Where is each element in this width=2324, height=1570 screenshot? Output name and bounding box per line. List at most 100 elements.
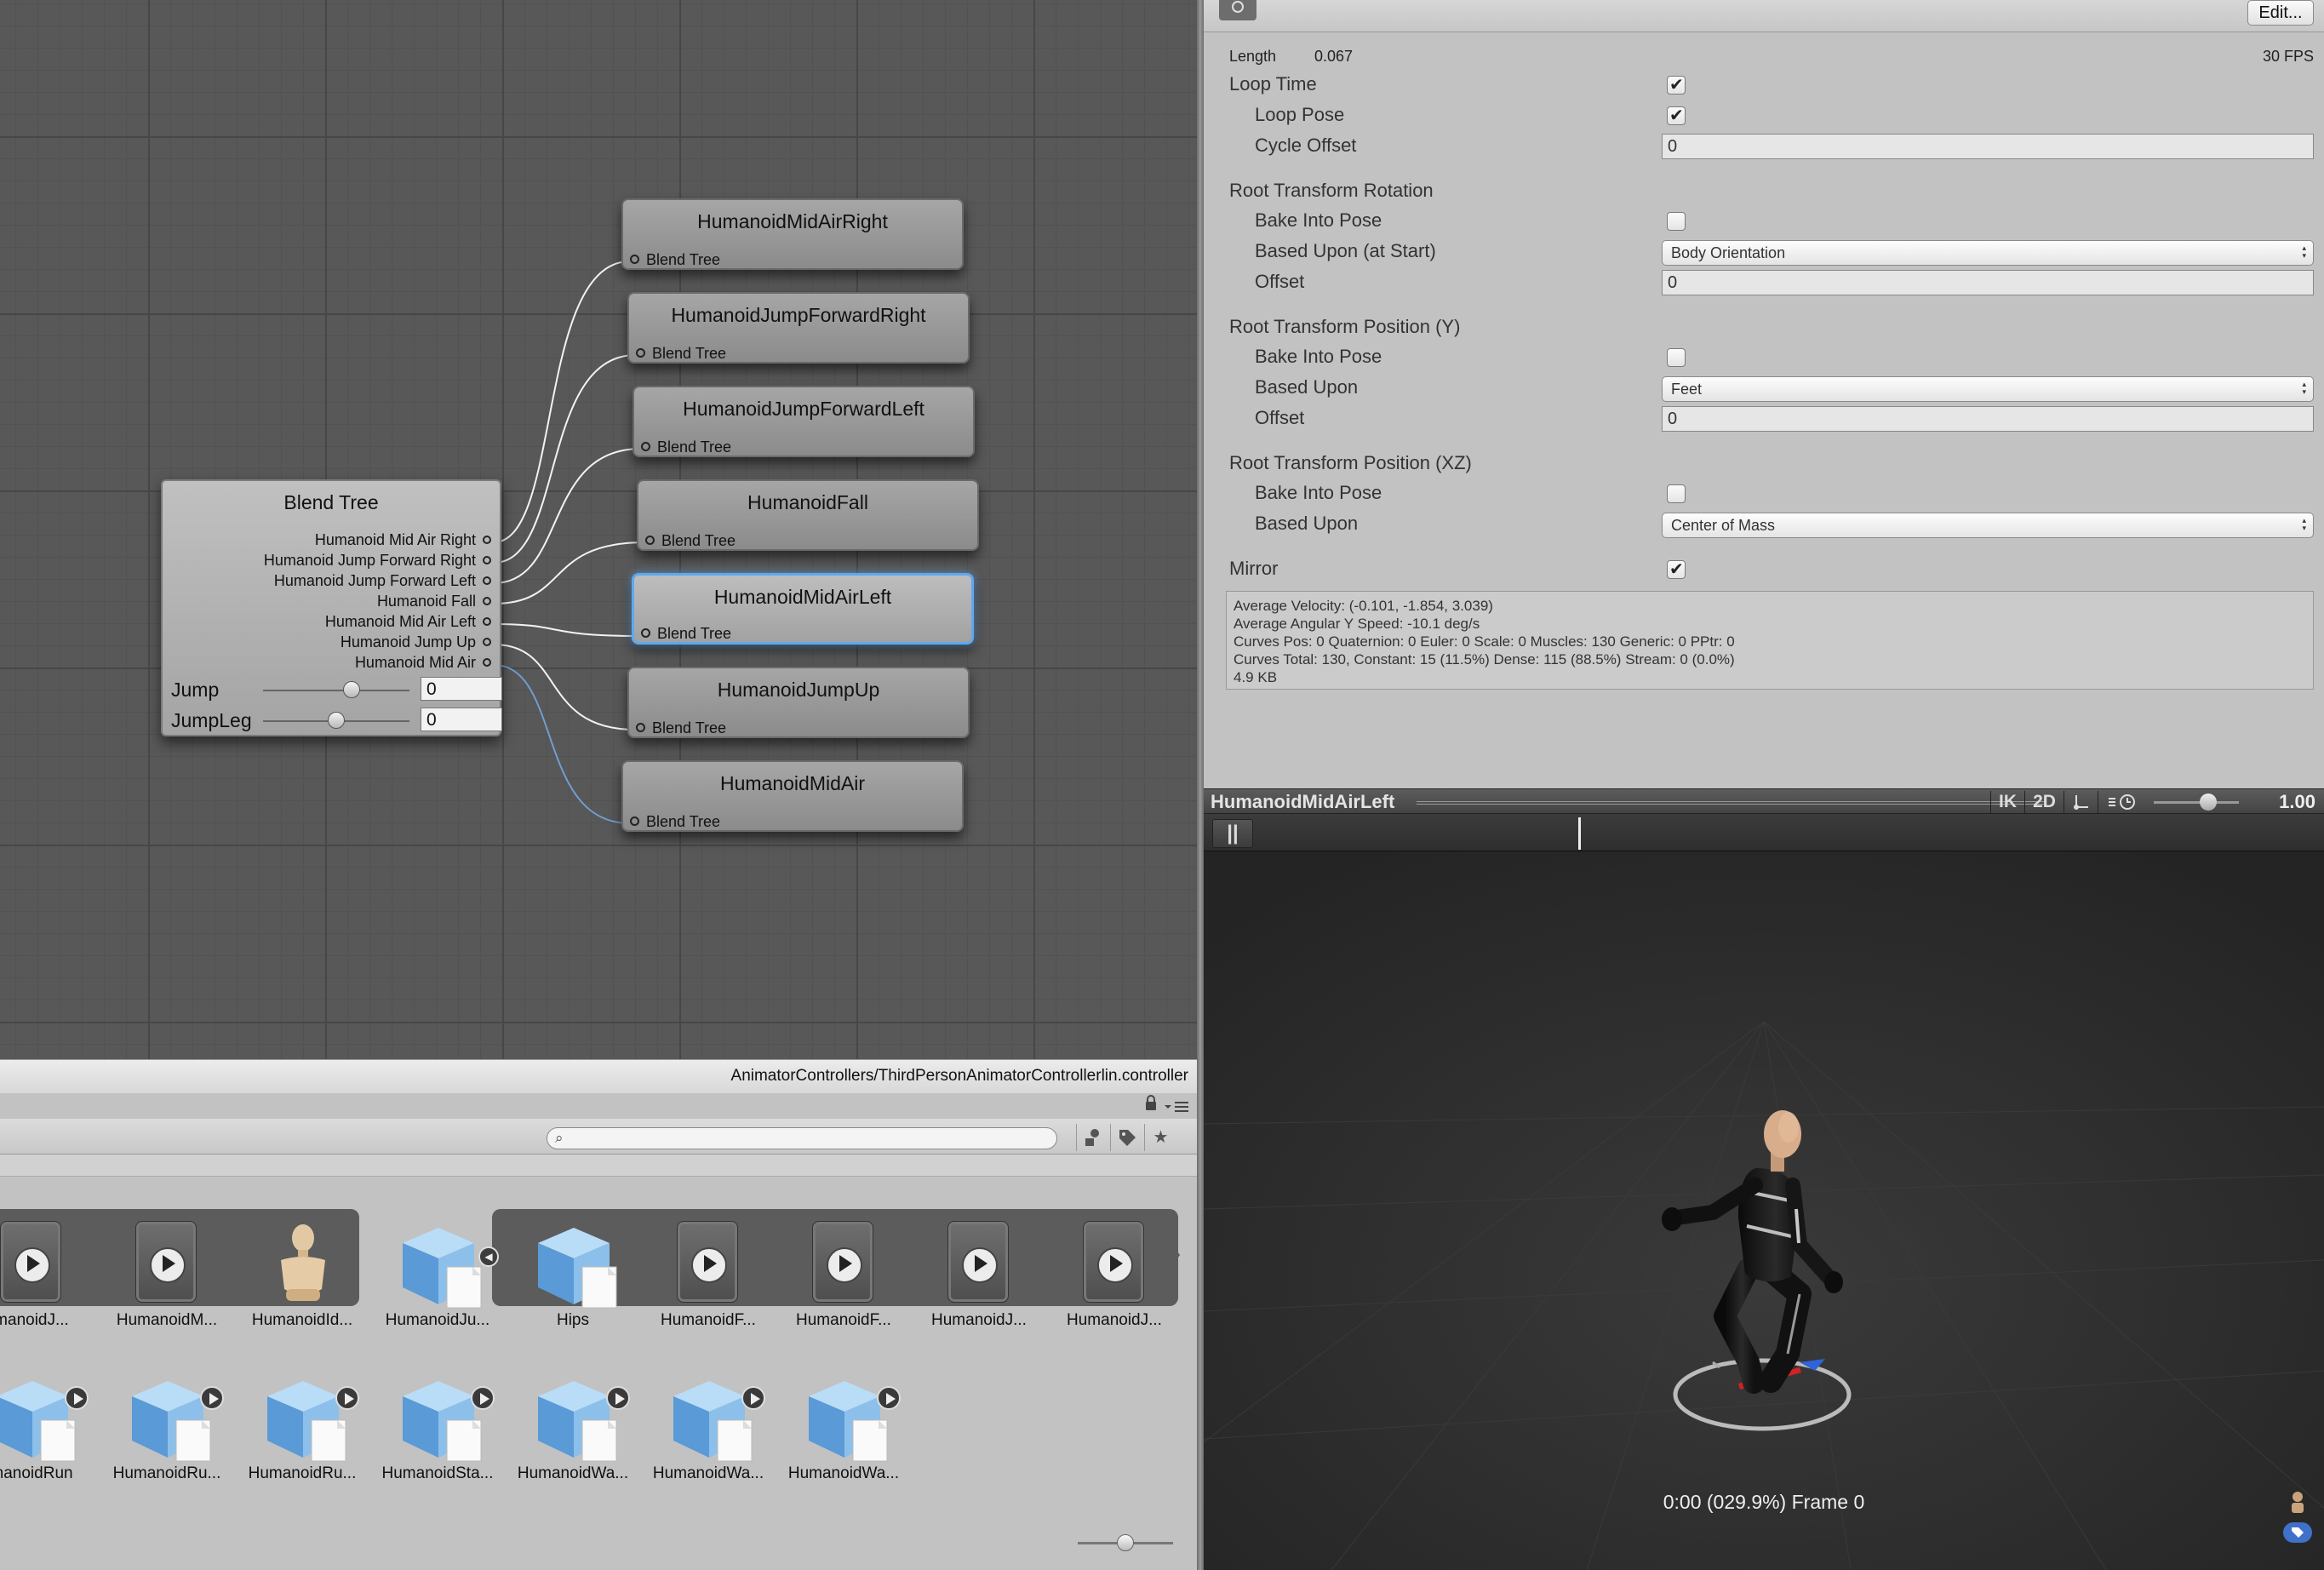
- blend-output[interactable]: Humanoid Jump Forward Right: [264, 550, 491, 570]
- blend-output[interactable]: Humanoid Mid Air Right: [315, 530, 491, 550]
- asset-item[interactable]: HumanoidF...: [644, 1216, 772, 1344]
- header-drag-line: [1417, 801, 2046, 805]
- expand-play-icon[interactable]: [606, 1386, 630, 1410]
- expand-play-icon[interactable]: [200, 1386, 224, 1410]
- icon-size-slider[interactable]: [1078, 1534, 1173, 1551]
- mirror-checkbox[interactable]: [1667, 559, 1686, 580]
- animation-clip-icon: [947, 1221, 1009, 1303]
- controller-path-bar: AnimatorControllers/ThirdPersonAnimatorC…: [0, 1059, 1197, 1093]
- filter-by-label-icon[interactable]: [1110, 1124, 1142, 1151]
- pivot-icon[interactable]: [2064, 791, 2098, 813]
- blend-tree-node[interactable]: Blend Tree Humanoid Mid Air Right Humano…: [161, 479, 502, 736]
- asset-label: HumanoidRu...: [112, 1464, 221, 1482]
- loop-time-checkbox[interactable]: [1667, 74, 1686, 95]
- speed-slider-track[interactable]: [2154, 801, 2239, 804]
- blend-output[interactable]: Humanoid Mid Air: [355, 652, 491, 673]
- filter-by-type-icon[interactable]: [1076, 1124, 1108, 1151]
- asset-item[interactable]: HumanoidWa...: [780, 1369, 907, 1497]
- bake-position-y-label: Bake Into Pose: [1255, 346, 1382, 367]
- favorites-star-icon[interactable]: ★: [1144, 1124, 1176, 1151]
- loop-pose-checkbox[interactable]: [1667, 105, 1686, 126]
- node-subtitle: Blend Tree: [636, 343, 726, 364]
- timeline-scrubber[interactable]: [1578, 817, 1581, 850]
- search-input[interactable]: [547, 1127, 1057, 1149]
- animation-preview: HumanoidMidAirLeft IK 2D 1.00 || 0:00 (0…: [1204, 788, 2324, 1570]
- asset-item[interactable]: HumanoidRu...: [103, 1369, 231, 1497]
- node-humanoid-fall[interactable]: HumanoidFall Blend Tree: [637, 479, 979, 551]
- rotation-based-upon-dropdown[interactable]: Body Orientation: [1662, 240, 2314, 266]
- asset-label: HumanoidJu...: [385, 1311, 490, 1329]
- blend-output[interactable]: Humanoid Jump Up: [341, 632, 491, 652]
- asset-item[interactable]: HumanoidF...: [780, 1216, 907, 1344]
- asset-item[interactable]: HumanoidRu...: [238, 1369, 366, 1497]
- expand-play-icon[interactable]: [741, 1386, 765, 1410]
- bake-rotation-checkbox[interactable]: [1667, 212, 1686, 231]
- asset-item[interactable]: HumanoidJ...: [915, 1216, 1043, 1344]
- model-cube-icon: [797, 1372, 892, 1463]
- param-value-field[interactable]: 0: [421, 677, 502, 701]
- asset-item[interactable]: manoidJ...: [0, 1216, 95, 1344]
- speed-slider-thumb[interactable]: [2200, 794, 2217, 811]
- 2d-toggle[interactable]: 2D: [2024, 791, 2064, 813]
- animator-graph[interactable]: Blend Tree Humanoid Mid Air Right Humano…: [0, 0, 1197, 1059]
- position-xz-based-upon-dropdown[interactable]: Center of Mass: [1662, 513, 2314, 538]
- pause-button[interactable]: ||: [1212, 819, 1253, 848]
- blend-output[interactable]: Humanoid Mid Air Left: [325, 611, 491, 632]
- node-humanoid-jump-up[interactable]: HumanoidJumpUp Blend Tree: [627, 667, 970, 738]
- expand-play-icon[interactable]: [335, 1386, 359, 1410]
- blend-tree-title: Blend Tree: [283, 491, 379, 513]
- param-slider-thumb[interactable]: [343, 681, 361, 698]
- blend-output[interactable]: Humanoid Jump Forward Left: [274, 570, 491, 591]
- label-tag-icon[interactable]: [2283, 1522, 2312, 1543]
- transition-wire: [493, 664, 631, 824]
- avatar-icon: [255, 1219, 351, 1309]
- node-humanoid-mid-air[interactable]: HumanoidMidAir Blend Tree: [621, 760, 964, 832]
- node-humanoid-jump-forward-left[interactable]: HumanoidJumpForwardLeft Blend Tree: [633, 386, 975, 457]
- asset-item[interactable]: HumanoidWa...: [644, 1369, 772, 1497]
- node-subtitle: Blend Tree: [641, 623, 731, 644]
- asset-label: HumanoidJ...: [1067, 1311, 1162, 1329]
- position-y-offset-field[interactable]: 0: [1662, 406, 2314, 432]
- blend-output[interactable]: Humanoid Fall: [377, 591, 491, 611]
- param-slider-thumb[interactable]: [328, 712, 345, 729]
- node-humanoid-mid-air-left[interactable]: HumanoidMidAirLeft Blend Tree: [632, 573, 974, 645]
- asset-item[interactable]: HumanoidJ...: [1050, 1216, 1178, 1344]
- cycle-offset-field[interactable]: 0: [1662, 134, 2314, 159]
- controller-path: AnimatorControllers/ThirdPersonAnimatorC…: [730, 1067, 1188, 1085]
- asset-item[interactable]: HumanoidId...: [238, 1216, 366, 1344]
- expand-play-icon[interactable]: [65, 1386, 89, 1410]
- node-subtitle: Blend Tree: [641, 437, 731, 457]
- settings-gear-icon[interactable]: [1219, 0, 1256, 20]
- preview-viewport[interactable]: [1204, 851, 2324, 1570]
- project-panel: ⌕ ★ ◀ manoidJ... HumanoidM... HumanoidId..…: [0, 1093, 1197, 1570]
- slider-thumb[interactable]: [1117, 1534, 1134, 1551]
- asset-item[interactable]: manoidRun: [0, 1369, 95, 1497]
- preview-timeline[interactable]: ||: [1204, 814, 2324, 851]
- asset-item[interactable]: HumanoidSta...: [374, 1369, 501, 1497]
- speed-value: 1.00: [2279, 791, 2315, 812]
- bake-position-y-checkbox[interactable]: [1667, 348, 1686, 367]
- edit-button[interactable]: Edit...: [2247, 0, 2314, 26]
- node-humanoid-jump-forward-right[interactable]: HumanoidJumpForwardRight Blend Tree: [627, 292, 970, 364]
- panel-splitter[interactable]: [1197, 0, 1204, 1570]
- asset-item[interactable]: HumanoidJu...: [374, 1216, 501, 1344]
- ik-toggle[interactable]: IK: [1990, 791, 2024, 813]
- asset-item[interactable]: HumanoidM...: [103, 1216, 231, 1344]
- expand-play-icon[interactable]: [877, 1386, 901, 1410]
- param-slider-track[interactable]: [263, 690, 409, 691]
- param-jumpleg: JumpLeg 0: [171, 708, 502, 735]
- bake-position-xz-checkbox[interactable]: [1667, 484, 1686, 503]
- node-humanoid-mid-air-right[interactable]: HumanoidMidAirRight Blend Tree: [621, 198, 964, 270]
- position-y-based-upon-dropdown[interactable]: Feet: [1662, 376, 2314, 402]
- expand-play-icon[interactable]: [471, 1386, 495, 1410]
- param-value-field[interactable]: 0: [421, 708, 502, 731]
- transition-wire: [493, 261, 631, 543]
- animation-clip-icon: [677, 1221, 738, 1303]
- asset-item[interactable]: HumanoidWa...: [509, 1369, 637, 1497]
- asset-label: HumanoidF...: [661, 1311, 756, 1329]
- rotation-offset-field[interactable]: 0: [1662, 270, 2314, 295]
- node-title: HumanoidJumpUp: [717, 679, 880, 701]
- asset-item[interactable]: Hips: [509, 1216, 637, 1344]
- panel-menu-icon[interactable]: [1141, 1093, 1192, 1121]
- playback-speed-icon[interactable]: [2098, 791, 2145, 813]
